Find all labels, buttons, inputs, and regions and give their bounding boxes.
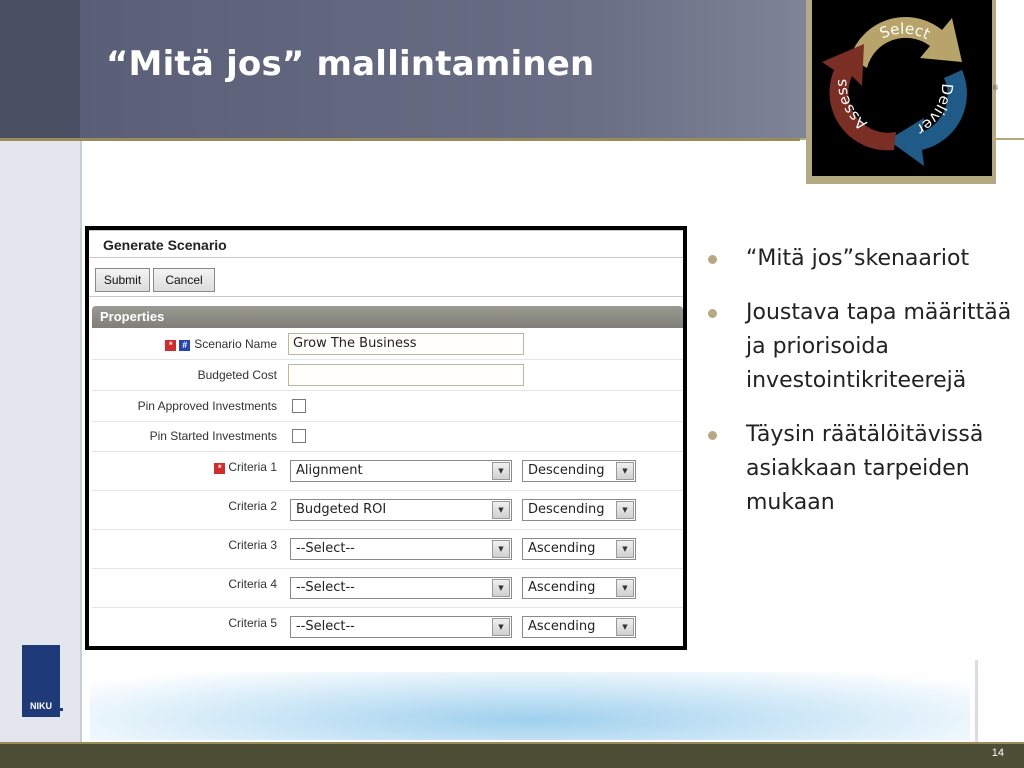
chevron-down-icon[interactable]: ▼ <box>492 501 510 519</box>
submit-button[interactable]: Submit <box>95 268 150 292</box>
select-deliver-assess-cycle-icon: Select Deliver Assess <box>822 17 967 166</box>
criteria-2-value: Budgeted ROI <box>296 502 387 517</box>
bullet-item: “Mitä jos”skenaariot <box>706 242 1016 276</box>
budgeted-cost-input[interactable] <box>288 364 524 386</box>
panel-title: Generate Scenario <box>103 237 227 253</box>
generate-scenario-panel: Generate Scenario Submit Cancel Properti… <box>89 230 683 646</box>
pin-approved-label: Pin Approved Investments <box>137 399 277 413</box>
criteria-1-label-group: * Criteria 1 <box>214 460 277 474</box>
chevron-down-icon[interactable]: ▼ <box>492 579 510 597</box>
properties-label: Properties <box>100 309 165 324</box>
scenario-name-input[interactable]: Grow The Business <box>288 333 524 355</box>
bullet-text: “Mitä jos”skenaariot <box>746 246 970 271</box>
scenario-name-row: * # Scenario Name Grow The Business <box>92 329 683 360</box>
chevron-down-icon[interactable]: ▼ <box>616 540 634 558</box>
pin-approved-row: Pin Approved Investments <box>92 391 683 422</box>
criteria-4-label: Criteria 4 <box>228 577 277 591</box>
header-left-block <box>0 0 80 140</box>
criteria-4-select[interactable]: --Select-- ▼ <box>290 577 512 599</box>
criteria-row-3: Criteria 3 --Select-- ▼ Ascending ▼ <box>92 530 683 569</box>
scenario-name-label: Scenario Name <box>194 337 277 351</box>
key-field-icon: # <box>179 340 191 351</box>
niku-logo: NIKU <box>22 645 60 717</box>
criteria-row-1: * Criteria 1 Alignment ▼ Descending ▼ <box>92 452 683 491</box>
budgeted-cost-row: Budgeted Cost <box>92 360 683 391</box>
criteria-3-order-select[interactable]: Ascending ▼ <box>522 538 636 560</box>
pin-started-label: Pin Started Investments <box>149 429 277 443</box>
chevron-down-icon[interactable]: ▼ <box>492 540 510 558</box>
criteria-3-value: --Select-- <box>296 541 355 556</box>
pin-started-row: Pin Started Investments <box>92 422 683 452</box>
bullet-text: Täysin räätälöitävissä asiakkaan tarpeid… <box>746 422 984 515</box>
bullet-dot-icon <box>708 309 717 318</box>
criteria-1-order: Descending <box>528 463 605 478</box>
criteria-4-value: --Select-- <box>296 580 355 595</box>
right-edge-strip <box>975 660 978 742</box>
page-number: 14 <box>991 747 1004 759</box>
budgeted-cost-label: Budgeted Cost <box>197 368 277 382</box>
pin-approved-checkbox[interactable] <box>292 399 306 413</box>
niku-logo-text: NIKU <box>30 701 52 711</box>
chevron-down-icon[interactable]: ▼ <box>616 579 634 597</box>
criteria-3-order: Ascending <box>528 541 596 556</box>
bullet-text: Joustava tapa määrittää ja priorisoida i… <box>746 300 1012 393</box>
criteria-row-4: Criteria 4 --Select-- ▼ Ascending ▼ <box>92 569 683 608</box>
bullet-dot-icon <box>708 431 717 440</box>
criteria-2-order-select[interactable]: Descending ▼ <box>522 499 636 521</box>
chevron-down-icon[interactable]: ▼ <box>492 462 510 480</box>
scenario-name-label-group: * # Scenario Name <box>165 337 277 351</box>
niku-logo-dot <box>60 708 63 711</box>
bullet-dot-icon <box>708 255 717 264</box>
criteria-4-order: Ascending <box>528 580 596 595</box>
pin-started-checkbox[interactable] <box>292 429 306 443</box>
criteria-1-value: Alignment <box>296 463 363 478</box>
criteria-5-order: Ascending <box>528 619 596 634</box>
button-row: Submit Cancel <box>89 263 683 297</box>
criteria-5-value: --Select-- <box>296 619 355 634</box>
criteria-3-select[interactable]: --Select-- ▼ <box>290 538 512 560</box>
chevron-down-icon[interactable]: ▼ <box>616 462 634 480</box>
criteria-5-order-select[interactable]: Ascending ▼ <box>522 616 636 638</box>
chevron-down-icon[interactable]: ▼ <box>616 501 634 519</box>
criteria-row-5: Criteria 5 --Select-- ▼ Ascending ▼ <box>92 608 683 646</box>
footer-glow <box>90 672 970 740</box>
footer-divider <box>0 742 1024 744</box>
header-divider <box>0 138 800 141</box>
criteria-4-order-select[interactable]: Ascending ▼ <box>522 577 636 599</box>
cancel-button[interactable]: Cancel <box>153 268 215 292</box>
left-sidebar-edge <box>80 141 82 743</box>
criteria-3-label: Criteria 3 <box>228 538 277 552</box>
bullet-item: Täysin räätälöitävissä asiakkaan tarpeid… <box>706 418 1016 520</box>
criteria-1-select[interactable]: Alignment ▼ <box>290 460 512 482</box>
criteria-2-label: Criteria 2 <box>228 499 277 513</box>
criteria-2-order: Descending <box>528 502 605 517</box>
properties-section-header: Properties <box>92 306 683 328</box>
chevron-down-icon[interactable]: ▼ <box>616 618 634 636</box>
chevron-down-icon[interactable]: ▼ <box>492 618 510 636</box>
criteria-1-label: Criteria 1 <box>228 460 277 474</box>
bullet-item: Joustava tapa määrittää ja priorisoida i… <box>706 296 1016 398</box>
slide-footer <box>0 742 1024 768</box>
trademark-mark: ® <box>992 84 999 92</box>
required-icon: * <box>165 340 177 351</box>
bullet-list: “Mitä jos”skenaariot Joustava tapa määri… <box>706 242 1016 540</box>
panel-titlebar: Generate Scenario <box>89 230 683 258</box>
required-icon: * <box>214 463 226 474</box>
criteria-row-2: Criteria 2 Budgeted ROI ▼ Descending ▼ <box>92 491 683 530</box>
slide-title: “Mitä jos” mallintaminen <box>106 44 595 84</box>
criteria-5-select[interactable]: --Select-- ▼ <box>290 616 512 638</box>
criteria-5-label: Criteria 5 <box>228 616 277 630</box>
criteria-1-order-select[interactable]: Descending ▼ <box>522 460 636 482</box>
criteria-2-select[interactable]: Budgeted ROI ▼ <box>290 499 512 521</box>
